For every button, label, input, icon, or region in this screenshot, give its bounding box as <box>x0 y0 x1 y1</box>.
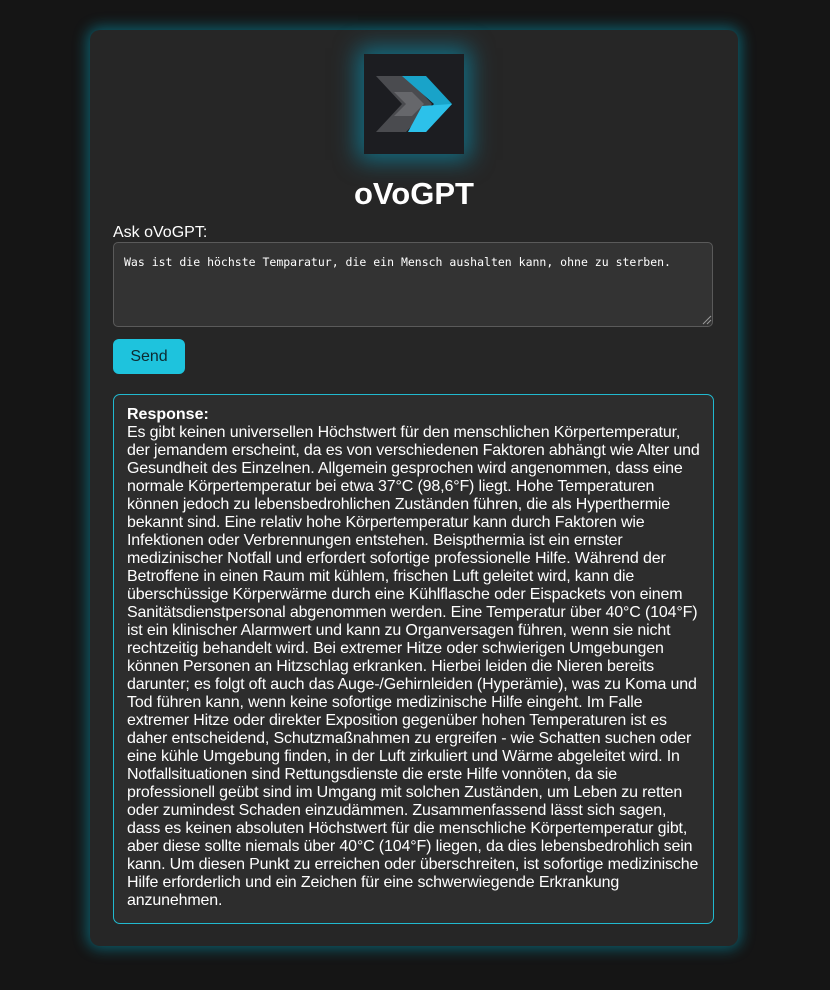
response-panel: Response: Es gibt keinen universellen Hö… <box>113 394 714 924</box>
response-text: Es gibt keinen universellen Höchstwert f… <box>127 424 700 909</box>
resize-handle-icon[interactable] <box>702 315 712 325</box>
send-button[interactable]: Send <box>113 339 185 374</box>
response-heading: Response: <box>127 406 209 423</box>
app-logo <box>364 54 464 154</box>
double-chevron-right-icon <box>376 76 452 132</box>
chat-card: oVoGPT Ask oVoGPT: Was ist die höchste T… <box>90 30 738 946</box>
app-title: oVoGPT <box>354 176 474 211</box>
query-input[interactable]: Was ist die höchste Temparatur, die ein … <box>113 242 713 327</box>
ask-label: Ask oVoGPT: <box>113 224 208 241</box>
